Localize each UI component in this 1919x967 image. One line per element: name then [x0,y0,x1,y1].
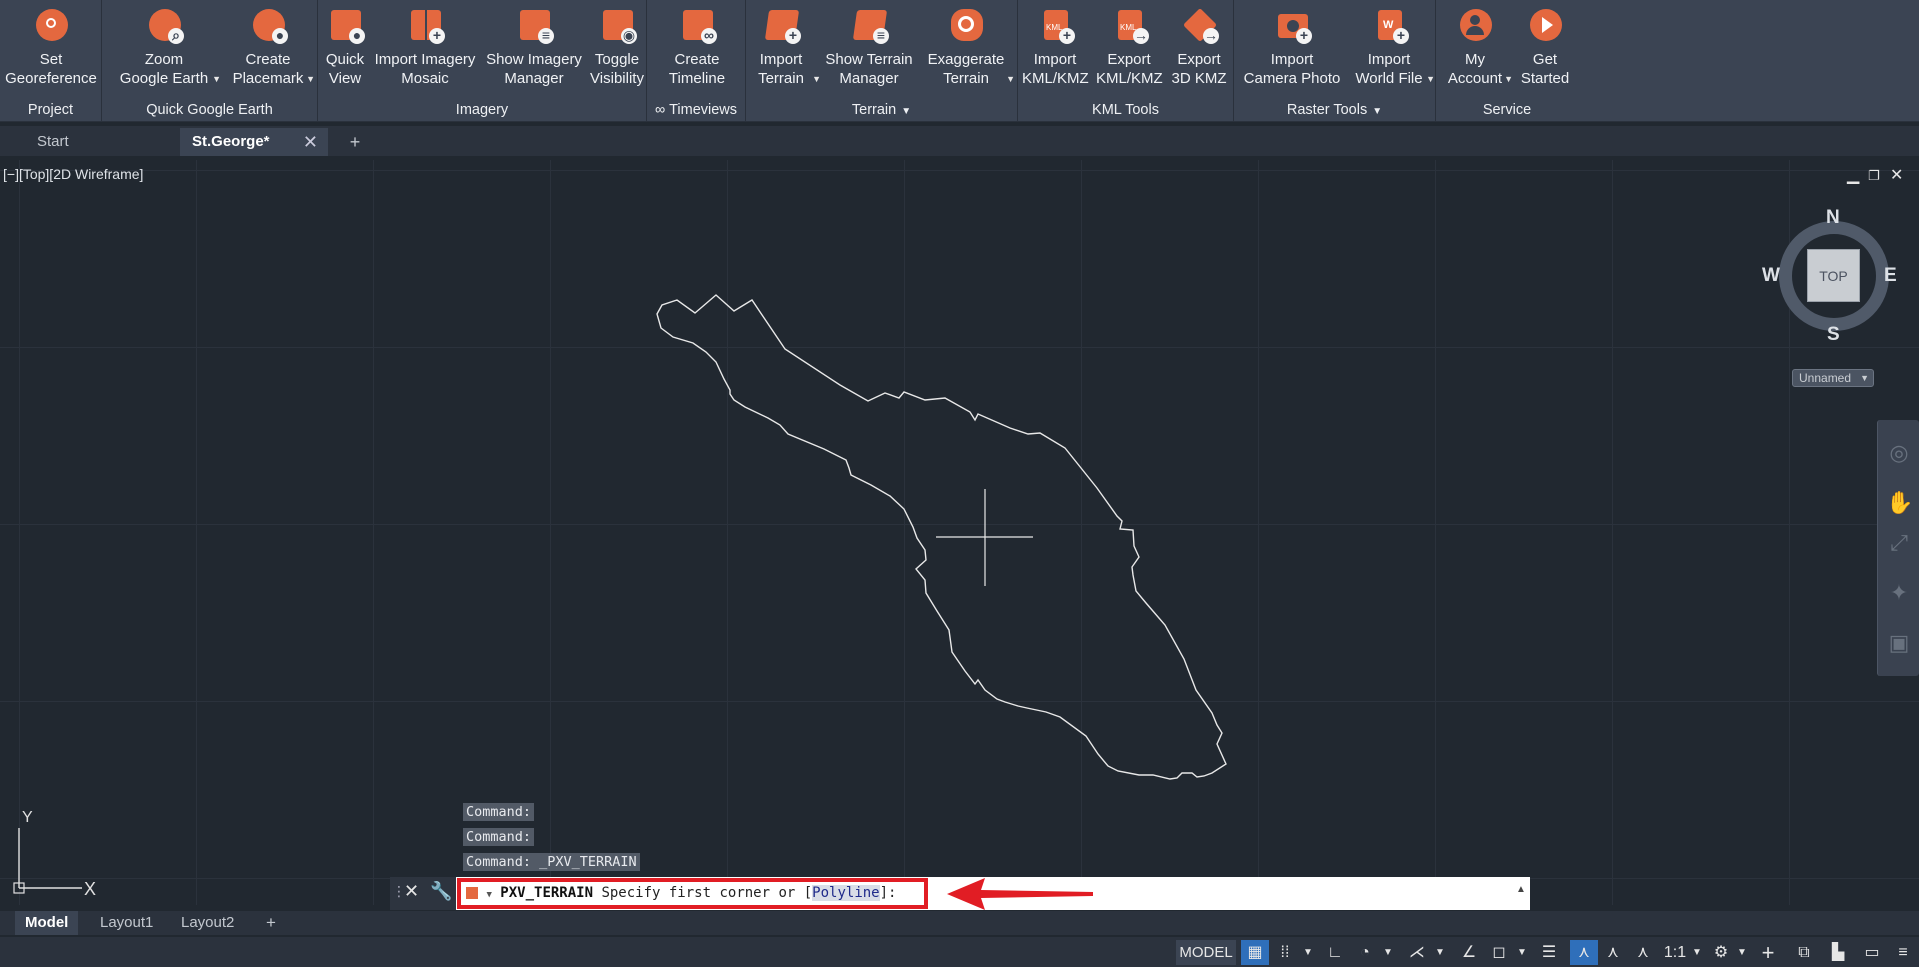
compass-south-label[interactable]: S [1827,324,1840,346]
add-layout-button[interactable]: + [256,911,286,935]
chevron-down-icon[interactable]: ▼ [1432,940,1448,965]
drawing-canvas [656,294,1227,780]
command-history-line: Command: [463,803,535,821]
command-history-line: Command: [463,828,535,846]
chevron-down-icon[interactable]: ▼ [1380,940,1396,965]
recent-commands-icon[interactable]: ▼ [486,890,491,900]
object-snap-icon[interactable]: ◻ [1486,940,1512,965]
chevron-down-icon[interactable]: ▼ [1514,940,1530,965]
grid-icon[interactable]: ▦ [1241,940,1269,965]
command-history-expand-icon[interactable]: ▲ [1516,884,1526,895]
navigation-bar: ◎ ✋ ⤢ ✦ ▣ [1877,420,1919,676]
tab-layout1[interactable]: Layout1 [90,911,163,935]
viewcube[interactable]: TOP N S E W [1762,207,1899,345]
ucs-y-label: Y [22,809,33,826]
customize-wrench-icon[interactable]: 🔧 [430,881,452,902]
compass-north-label[interactable]: N [1826,207,1840,229]
chevron-down-icon: ▼ [1860,373,1869,383]
command-prompt: ▼ PXV_TERRAIN Specify first corner or [P… [457,878,928,909]
compass-east-label[interactable]: E [1884,265,1897,287]
viewcube-top-face[interactable]: TOP [1807,249,1860,302]
close-command-line-icon[interactable]: ✕ [404,881,419,902]
ucs-x-label: X [84,879,96,898]
chevron-down-icon[interactable]: ▼ [1690,940,1704,965]
steering-wheel-icon[interactable]: ◎ [1886,440,1912,466]
compass-west-label[interactable]: W [1762,265,1780,287]
chevron-down-icon[interactable]: ▼ [1734,940,1750,965]
command-name: PXV_TERRAIN [500,885,594,901]
command-prompt-text: Specify first corner or [ [601,885,813,901]
showmotion-icon[interactable]: ▣ [1886,630,1912,656]
command-line-controls: ⋮ ✕ 🔧 [390,877,456,910]
command-prompt-suffix: ]: [879,885,897,901]
isometric-icon[interactable]: ⋌ [1404,940,1430,965]
customization-menu-icon[interactable]: ≡ [1890,940,1916,965]
auto-scale-icon[interactable]: ⋏ [1600,940,1626,965]
scale-dropdown[interactable]: 1:1 [1660,940,1690,965]
lineweight-icon[interactable]: ☰ [1536,940,1562,965]
annotation-visibility-icon[interactable]: ⋏ [1570,940,1598,965]
snap-icon[interactable]: ⁞⁞ [1273,940,1297,965]
tab-model[interactable]: Model [15,911,79,935]
object-snap-tracking-icon[interactable]: ∠ [1456,940,1482,965]
chevron-down-icon[interactable]: ▼ [1300,940,1316,965]
ortho-icon[interactable]: ∟ [1322,940,1348,965]
plus-icon[interactable]: + [1754,940,1782,965]
pan-hand-icon[interactable]: ✋ [1886,490,1913,516]
gear-icon[interactable]: ⚙ [1708,940,1734,965]
named-view-dropdown[interactable]: Unnamed ▼ [1792,369,1874,387]
polyline-option[interactable]: Polyline [812,885,880,901]
isolate-objects-icon[interactable]: ⧉ [1790,940,1818,965]
model-space-toggle[interactable]: MODEL [1176,940,1236,965]
tab-layout2[interactable]: Layout2 [171,911,244,935]
ucs-axis-icon: Y X [13,809,96,898]
polar-tracking-icon[interactable]: ◔ [1352,940,1378,965]
annotation-scale-icon[interactable]: ⋏ [1630,940,1656,965]
clean-screen-icon[interactable]: ▭ [1858,940,1886,965]
hardware-acceleration-icon[interactable]: ▙ [1824,940,1852,965]
red-arrow-annotation [947,878,1093,910]
zoom-extents-icon[interactable]: ⤢ [1886,530,1912,556]
layout-tab-bar [0,911,1919,935]
command-history-line: Command: _PXV_TERRAIN [463,853,640,871]
orbit-icon[interactable]: ✦ [1886,580,1912,606]
terrain-command-icon [466,887,478,899]
